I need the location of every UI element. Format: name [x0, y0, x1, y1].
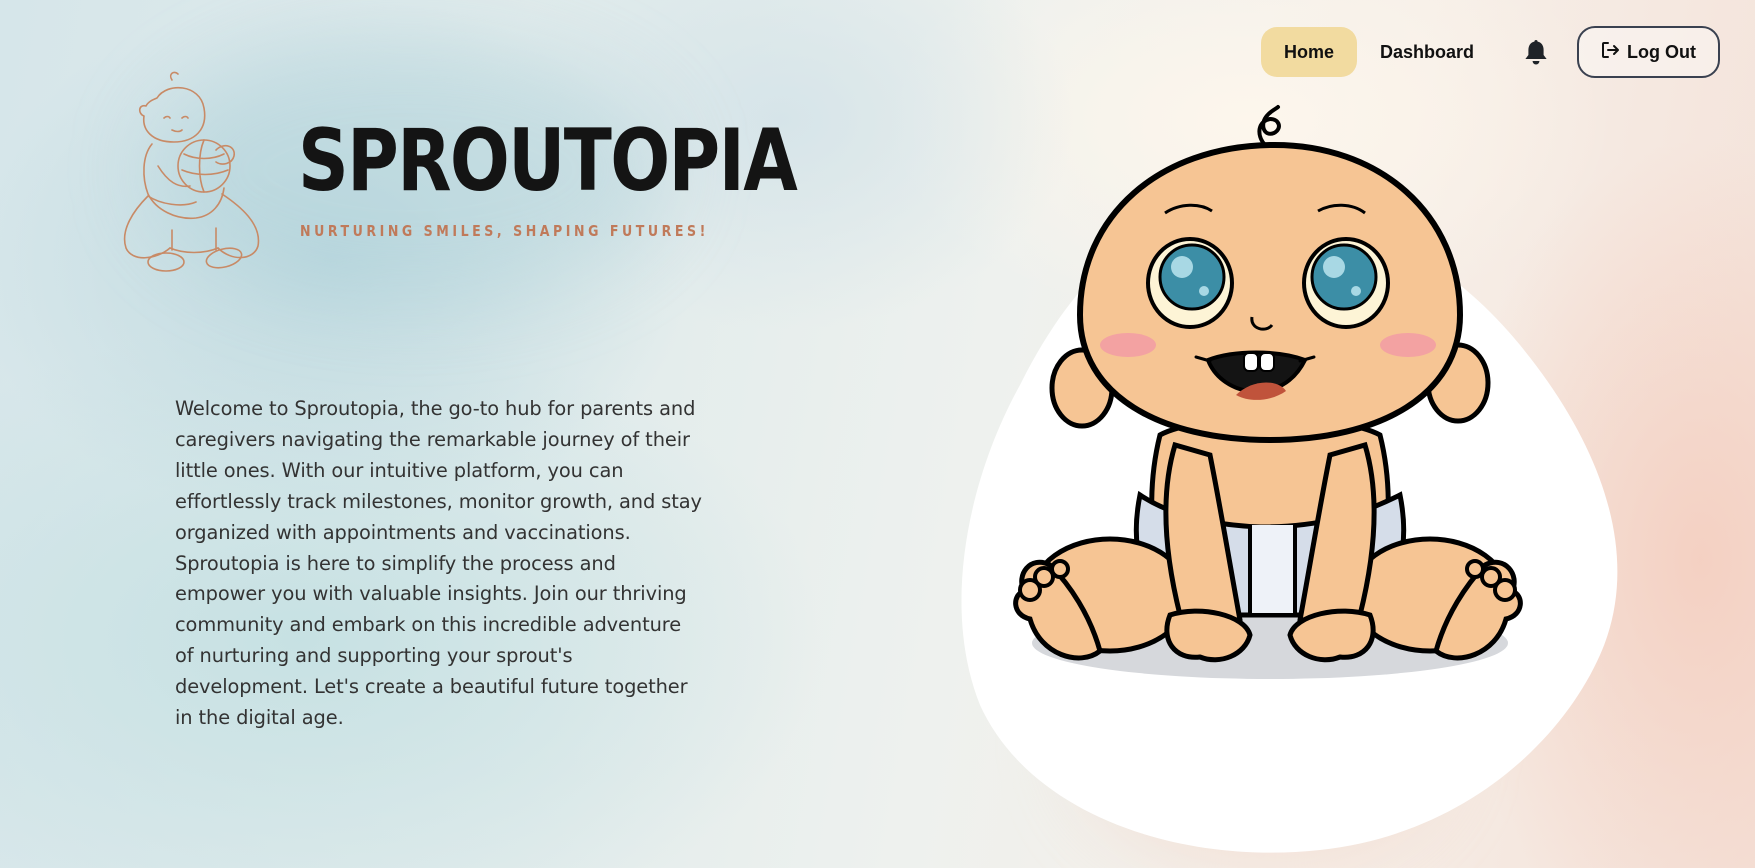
nav-home-button[interactable]: Home	[1260, 27, 1357, 77]
logout-button[interactable]: Log Out	[1577, 26, 1720, 78]
baby-outline-logo	[123, 71, 260, 272]
brand-tagline: NURTURING SMILES, SHAPING FUTURES!	[300, 222, 709, 240]
brand-name: SPROUTOPIA	[298, 111, 798, 211]
top-navigation: Home Dashboard Log Out	[1260, 26, 1720, 78]
nav-dashboard-button[interactable]: Dashboard	[1357, 27, 1497, 77]
intro-paragraph: Welcome to Sproutopia, the go-to hub for…	[175, 397, 702, 730]
logout-label: Log Out	[1627, 41, 1696, 62]
sign-out-icon	[1601, 41, 1621, 64]
bell-icon[interactable]	[1521, 37, 1551, 67]
cartoon-baby-illustration	[961, 105, 1618, 853]
